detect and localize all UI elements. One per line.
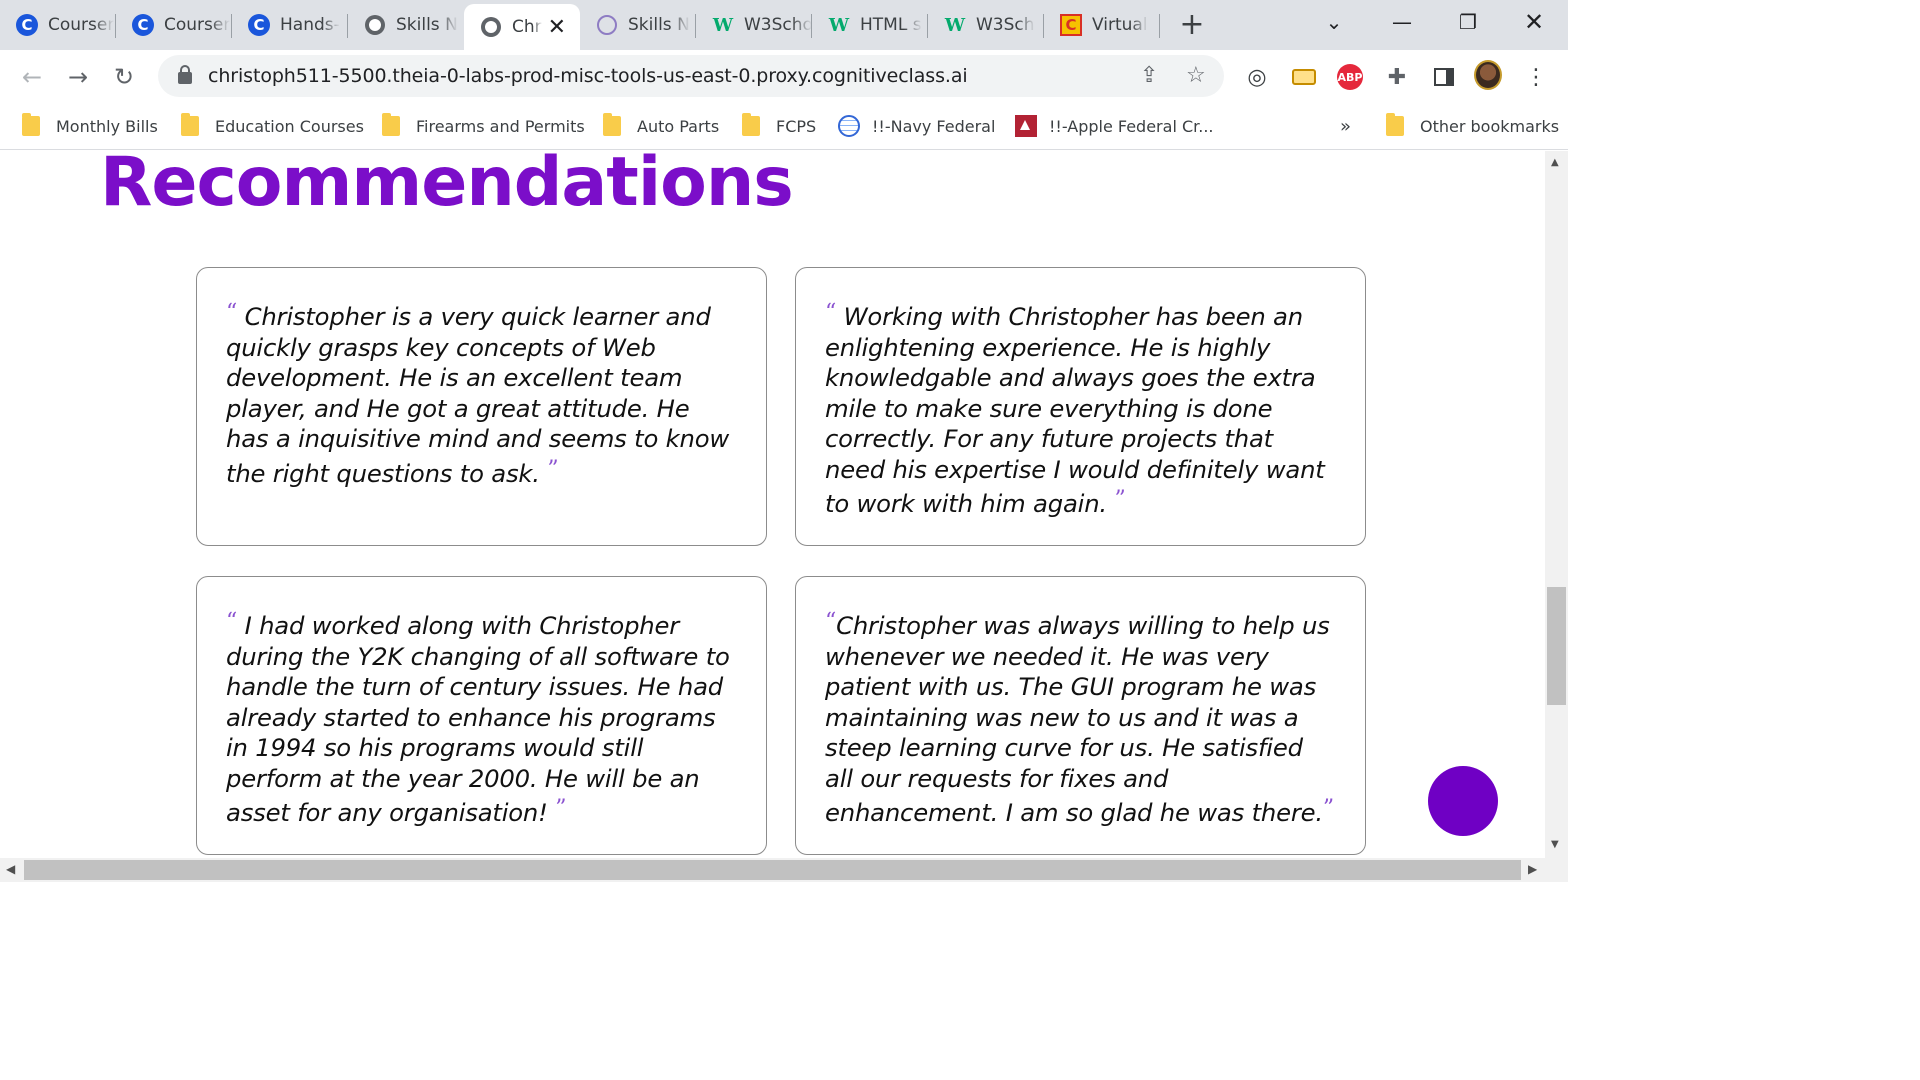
bookmark-fcps[interactable]: FCPS bbox=[742, 112, 816, 140]
scroll-down-icon[interactable]: ▼ bbox=[1551, 839, 1559, 850]
tab-title: Virtual bbox=[1092, 15, 1148, 35]
tab[interactable]: C Virtual bbox=[1044, 4, 1160, 46]
extension-icon[interactable]: ◎ bbox=[1243, 63, 1271, 91]
recommendation-card: “ Working with Christopher has been an e… bbox=[795, 267, 1366, 546]
bookmark-navy-federal[interactable]: !!-Navy Federal bbox=[838, 112, 995, 140]
recommendation-card: “ I had worked along with Christopher du… bbox=[196, 576, 767, 855]
tab[interactable]: W W3Sch bbox=[928, 4, 1044, 46]
side-panel-icon[interactable] bbox=[1430, 63, 1458, 91]
bookmark-apple-federal[interactable]: !!-Apple Federal Cr... bbox=[1015, 112, 1214, 140]
apple-federal-icon bbox=[1015, 115, 1037, 137]
tab-search-icon[interactable]: ⌄ bbox=[1316, 0, 1352, 44]
url-text[interactable]: christoph511-5500.theia-0-labs-prod-misc… bbox=[208, 65, 968, 87]
folder-icon bbox=[603, 113, 621, 136]
scroll-left-icon[interactable]: ◀ bbox=[6, 862, 15, 876]
tab-title: HTML s bbox=[860, 15, 922, 35]
bookmark-monthly-bills[interactable]: Monthly Bills bbox=[22, 112, 158, 140]
bookmark-auto-parts[interactable]: Auto Parts bbox=[603, 112, 719, 140]
back-icon[interactable]: ← bbox=[10, 55, 54, 99]
page-heading: Recommendations bbox=[100, 151, 794, 222]
tab[interactable]: C Courser bbox=[0, 4, 116, 46]
tab[interactable]: C Courser bbox=[116, 4, 232, 46]
coursera-icon: C bbox=[248, 14, 270, 36]
vertical-scrollbar[interactable]: ▲ ▼ bbox=[1545, 151, 1568, 858]
tab-title: Chri bbox=[512, 17, 542, 37]
tab-title: Courser bbox=[164, 15, 231, 35]
folder-icon bbox=[1386, 113, 1404, 136]
adblock-icon[interactable]: ABP bbox=[1336, 63, 1364, 91]
folder-icon bbox=[181, 113, 199, 136]
w3schools-icon: W bbox=[828, 14, 850, 36]
w3schools-icon: W bbox=[944, 14, 966, 36]
address-bar[interactable]: christoph511-5500.theia-0-labs-prod-misc… bbox=[158, 55, 1224, 97]
recommendation-text: “ Christopher is a very quick learner an… bbox=[226, 300, 730, 488]
tab-title: W3Sch bbox=[976, 15, 1035, 35]
recommendation-text: “Christopher was always willing to help … bbox=[825, 609, 1334, 827]
tab-title: Hands- bbox=[280, 15, 340, 35]
lock-icon[interactable] bbox=[178, 65, 192, 84]
scroll-right-icon[interactable]: ▶ bbox=[1528, 862, 1537, 876]
open-quote: “ bbox=[825, 609, 837, 634]
tab-title: Skills N bbox=[396, 15, 458, 35]
scroll-up-icon[interactable]: ▲ bbox=[1551, 157, 1559, 168]
open-quote: “ bbox=[226, 300, 238, 325]
tab-title: Courser bbox=[48, 15, 115, 35]
bookmark-star-icon[interactable]: ☆ bbox=[1186, 63, 1206, 88]
w3schools-icon: W bbox=[712, 14, 734, 36]
recommendation-card: “Christopher was always willing to help … bbox=[795, 576, 1366, 855]
forward-icon[interactable]: → bbox=[56, 55, 100, 99]
floating-action-button[interactable] bbox=[1428, 766, 1498, 836]
tab-active[interactable]: Chri ✕ bbox=[464, 4, 580, 50]
share-icon[interactable]: ⇪ bbox=[1140, 63, 1158, 88]
bookmarks-bar: Monthly Bills Education Courses Firearms… bbox=[0, 104, 1568, 150]
tab-title: Skills N bbox=[628, 15, 690, 35]
globe-icon bbox=[480, 16, 502, 38]
bookmark-education-courses[interactable]: Education Courses bbox=[181, 112, 364, 140]
close-window-icon[interactable]: ✕ bbox=[1512, 0, 1556, 44]
bookmarks-overflow-button[interactable]: » bbox=[1340, 112, 1351, 140]
menu-kebab-icon[interactable]: ⋮ bbox=[1522, 63, 1550, 91]
close-quote: ” bbox=[1322, 796, 1334, 821]
browser-toolbar: ← → ↻ christoph511-5500.theia-0-labs-pro… bbox=[0, 50, 1568, 104]
virtual-icon: C bbox=[1060, 14, 1082, 36]
tab[interactable]: Skills N bbox=[348, 4, 464, 46]
extension-card-icon[interactable] bbox=[1290, 63, 1318, 91]
folder-icon bbox=[382, 113, 400, 136]
reload-icon[interactable]: ↻ bbox=[102, 55, 146, 99]
extensions-puzzle-icon[interactable]: ✚ bbox=[1383, 63, 1411, 91]
globe-icon bbox=[838, 115, 860, 137]
recommendation-text: “ Working with Christopher has been an e… bbox=[825, 300, 1325, 518]
coursera-icon: C bbox=[132, 14, 154, 36]
profile-avatar[interactable] bbox=[1474, 60, 1502, 90]
page-content: Recommendations “ Christopher is a very … bbox=[0, 151, 1545, 858]
folder-icon bbox=[22, 113, 40, 136]
recommendation-text: “ I had worked along with Christopher du… bbox=[226, 609, 730, 827]
folder-icon bbox=[742, 113, 760, 136]
other-bookmarks[interactable]: Other bookmarks bbox=[1386, 112, 1559, 140]
minimize-icon[interactable]: — bbox=[1380, 0, 1424, 44]
tab[interactable]: Skills N bbox=[580, 4, 696, 46]
open-quote: “ bbox=[825, 300, 837, 325]
new-tab-button[interactable]: + bbox=[1172, 4, 1212, 44]
skills-network-icon bbox=[596, 14, 618, 36]
tab[interactable]: W W3Scho bbox=[696, 4, 812, 46]
horizontal-scroll-thumb[interactable] bbox=[24, 860, 1521, 880]
tab-title: W3Scho bbox=[744, 15, 812, 35]
vertical-scroll-thumb[interactable] bbox=[1547, 587, 1566, 705]
restore-icon[interactable]: ❐ bbox=[1446, 0, 1490, 44]
bookmark-firearms-permits[interactable]: Firearms and Permits bbox=[382, 112, 585, 140]
close-tab-icon[interactable]: ✕ bbox=[548, 15, 566, 40]
globe-icon bbox=[364, 14, 386, 36]
close-quote: ” bbox=[1114, 487, 1126, 512]
tab[interactable]: C Hands- bbox=[232, 4, 348, 46]
coursera-icon: C bbox=[16, 14, 38, 36]
tab[interactable]: W HTML s bbox=[812, 4, 928, 46]
close-quote: ” bbox=[555, 796, 567, 821]
close-quote: ” bbox=[547, 456, 559, 482]
horizontal-scrollbar[interactable]: ◀ ▶ bbox=[0, 858, 1568, 882]
recommendation-card: “ Christopher is a very quick learner an… bbox=[196, 267, 767, 546]
open-quote: “ bbox=[226, 609, 238, 634]
